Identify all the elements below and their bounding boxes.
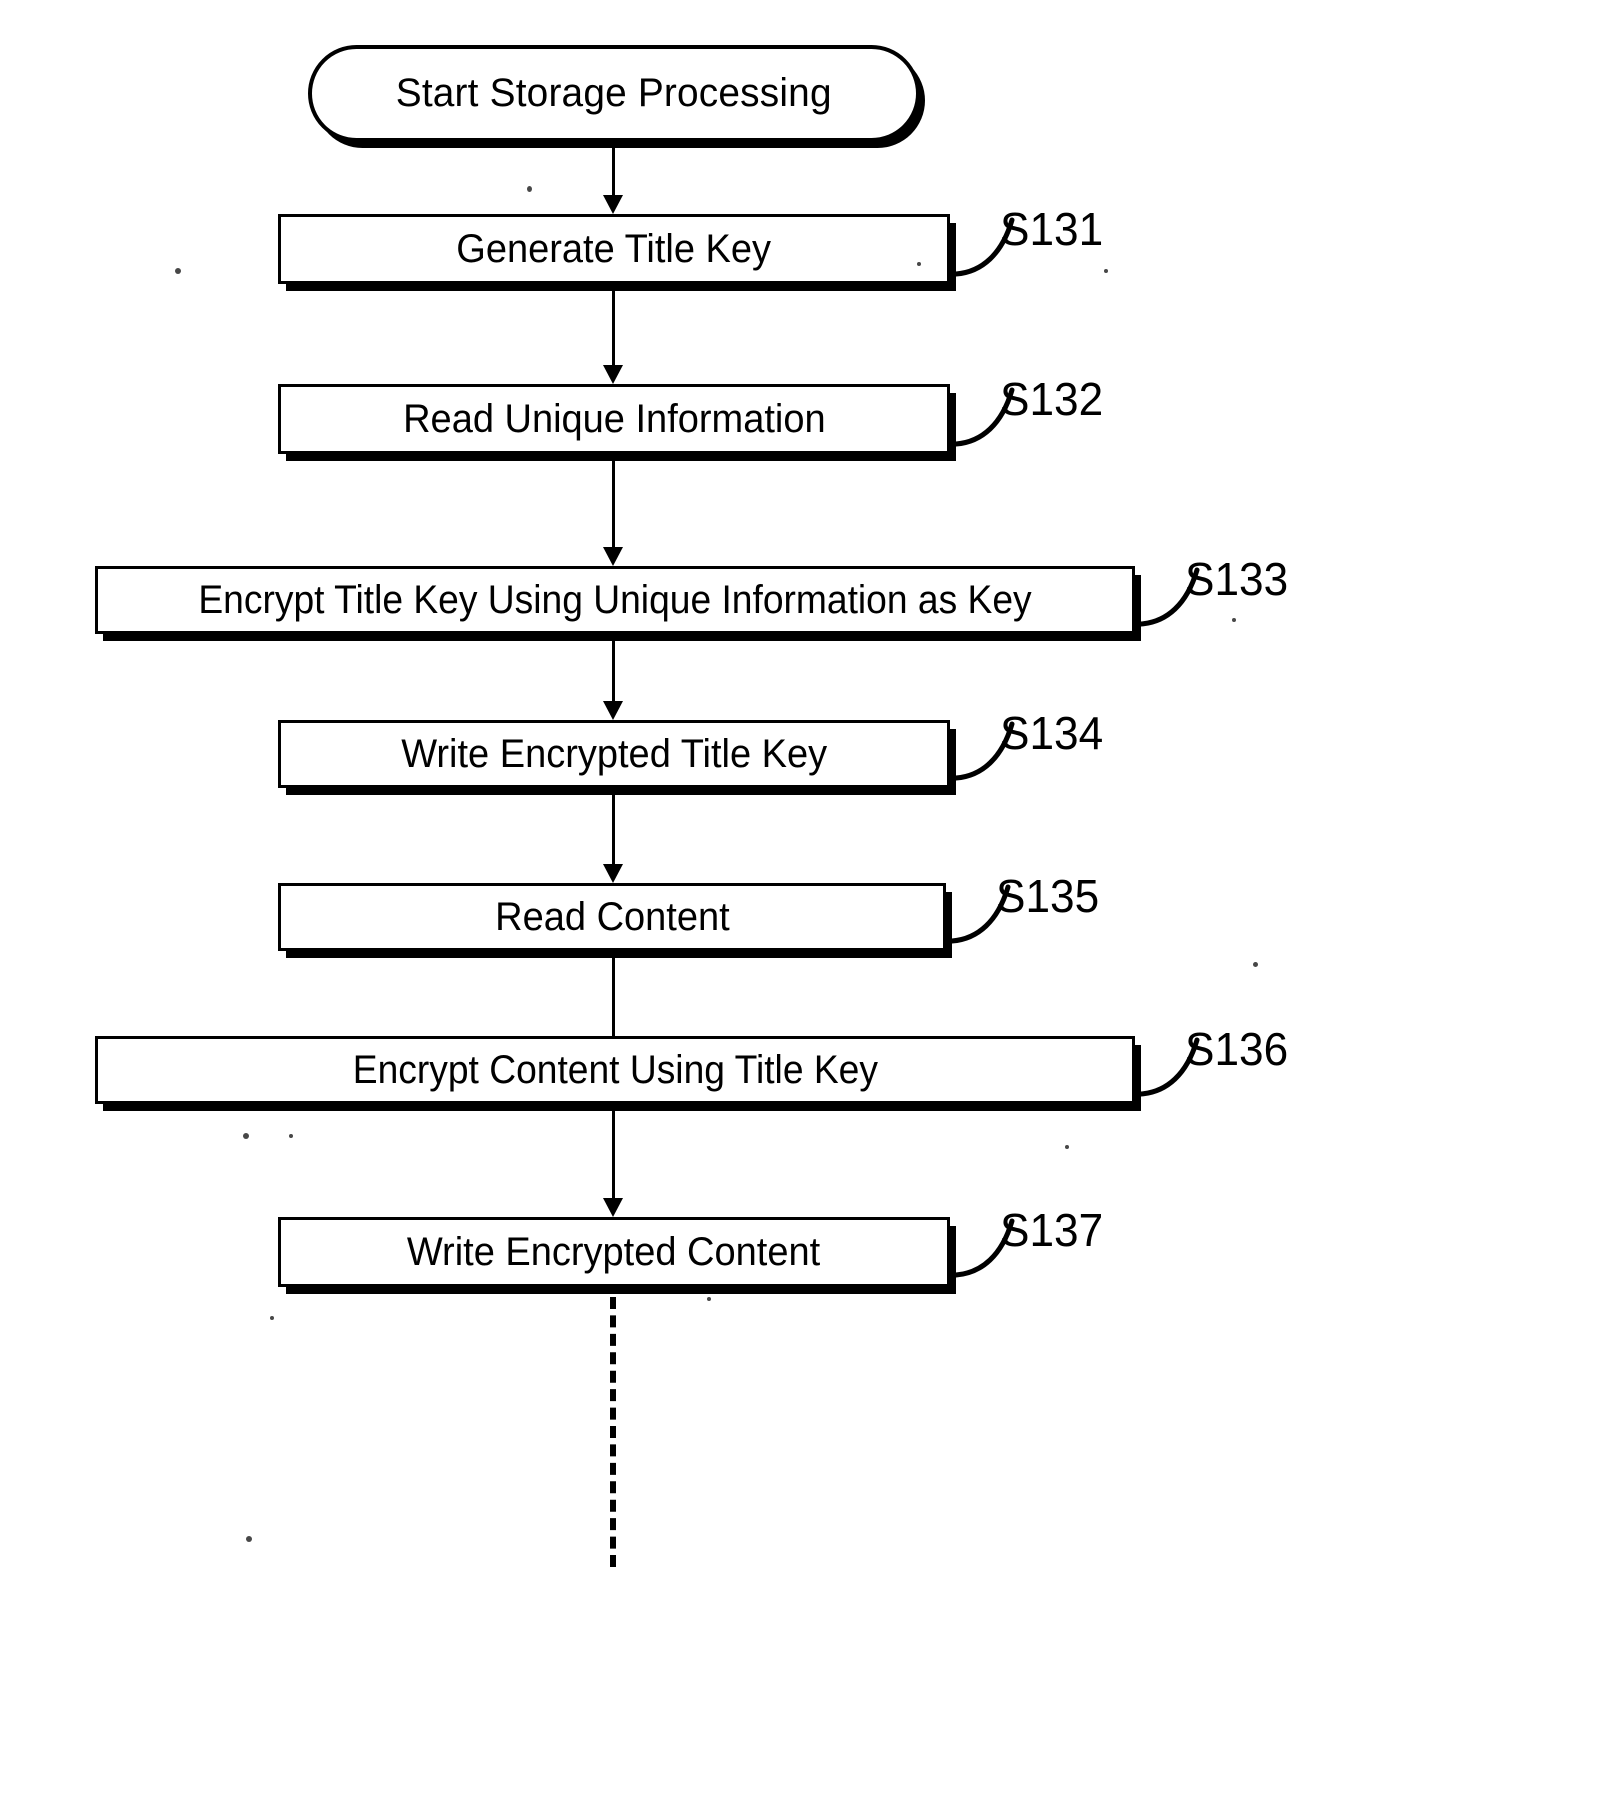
process-label-s131: Generate Title Key: [456, 226, 772, 271]
step-label-s134: S134: [1000, 707, 1104, 759]
process-box-s137: Write Encrypted Content: [278, 1217, 950, 1287]
process-label-s136: Encrypt Content Using Title Key: [352, 1047, 878, 1092]
process-label-s137: Write Encrypted Content: [407, 1229, 821, 1274]
scan-speckle: [270, 1316, 274, 1320]
connector-s133-to-s134: [603, 639, 623, 720]
process-box-s131: Generate Title Key: [278, 214, 950, 284]
connector-s131-to-s132: [603, 289, 623, 384]
process-box-s132: Read Unique Information: [278, 384, 950, 454]
scan-speckle: [246, 1536, 252, 1542]
flowchart-canvas: Start Storage Processing Generate Title …: [0, 0, 1599, 1808]
process-box-s136: Encrypt Content Using Title Key: [95, 1036, 1135, 1104]
process-box-s135: Read Content: [278, 883, 946, 951]
step-label-s131: S131: [1000, 203, 1104, 255]
scan-speckle: [175, 268, 181, 274]
step-label-s133: S133: [1185, 553, 1289, 605]
scan-speckle: [527, 186, 532, 192]
scan-speckle: [1232, 618, 1236, 622]
scan-speckle: [1065, 1145, 1069, 1149]
dashed-continuation-line: [610, 1297, 616, 1567]
process-box-s134: Write Encrypted Title Key: [278, 720, 950, 788]
start-terminal: Start Storage Processing: [308, 45, 920, 142]
process-label-s134: Write Encrypted Title Key: [401, 731, 827, 776]
process-label-s132: Read Unique Information: [402, 396, 826, 441]
scan-speckle: [707, 1297, 711, 1301]
connector-s132-to-s133: [603, 459, 623, 566]
scan-speckle: [243, 1133, 249, 1139]
scan-speckle: [289, 1134, 293, 1138]
step-label-s135: S135: [996, 870, 1100, 922]
connector-s134-to-s135: [603, 793, 623, 883]
step-label-s136: S136: [1185, 1023, 1289, 1075]
scan-speckle: [1104, 269, 1108, 273]
connector-s136-to-s137: [603, 1109, 623, 1217]
scan-speckle: [917, 262, 921, 266]
process-label-s133: Encrypt Title Key Using Unique Informati…: [198, 577, 1032, 622]
connector-start-to-s131: [603, 142, 623, 214]
process-label-s135: Read Content: [494, 894, 730, 939]
start-terminal-label: Start Storage Processing: [396, 71, 832, 115]
step-label-s132: S132: [1000, 373, 1104, 425]
step-label-s137: S137: [1000, 1204, 1104, 1256]
scan-speckle: [1253, 962, 1258, 967]
process-box-s133: Encrypt Title Key Using Unique Informati…: [95, 566, 1135, 634]
